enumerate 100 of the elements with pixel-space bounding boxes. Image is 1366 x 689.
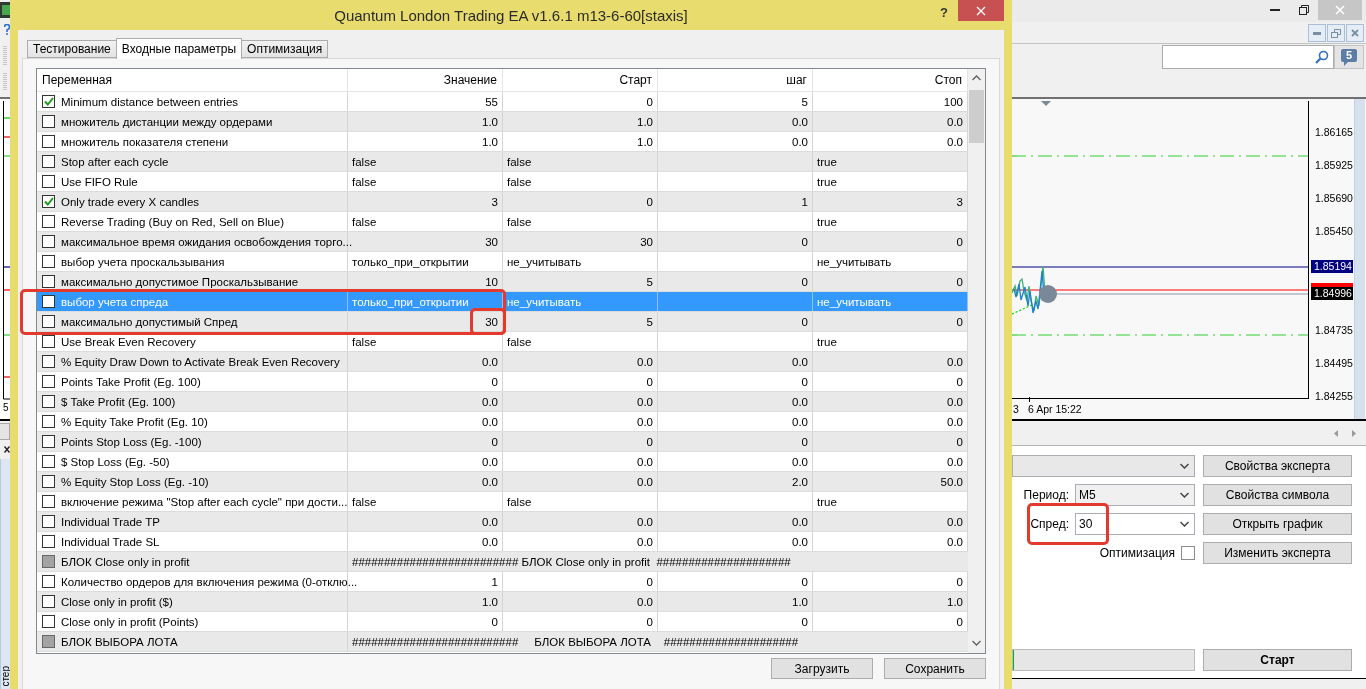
- parameter-row[interactable]: $ Stop Loss (Eg. -50) 0.0 0.0 0.0 0.0: [37, 452, 968, 472]
- parameter-row[interactable]: Individual Trade SL 0.0 0.0 0.0 0.0: [37, 532, 968, 552]
- scrollbar[interactable]: [1354, 99, 1365, 419]
- table-cell: 1.0: [348, 592, 503, 611]
- checkbox[interactable]: [42, 135, 55, 148]
- checkbox[interactable]: [42, 295, 55, 308]
- scrollbar[interactable]: [968, 69, 985, 653]
- table-cell: false: [348, 492, 503, 511]
- table-cell: 0.0: [503, 472, 658, 491]
- table-cell: false: [503, 332, 658, 351]
- table-cell: 1.0: [503, 132, 658, 151]
- spread-combobox[interactable]: 30: [1075, 513, 1195, 535]
- parameter-row[interactable]: Close only in profit ($) 1.0 0.0 1.0 1.0: [37, 592, 968, 612]
- checkbox[interactable]: [42, 395, 55, 408]
- parameter-row[interactable]: Количество ордеров для включения режима (0-отклю... 1 0 0 0: [37, 572, 968, 592]
- checkbox[interactable]: [42, 335, 55, 348]
- parameter-row[interactable]: Minimum distance between entries 55 0 5 100: [37, 92, 968, 112]
- tab[interactable]: Оптимизация: [241, 40, 329, 58]
- close-button[interactable]: [1346, 24, 1364, 42]
- tab[interactable]: Входные параметры: [115, 38, 243, 59]
- parameter-row[interactable]: включение режима "Stop after each cycle" при дости... false false true: [37, 492, 968, 512]
- checkbox[interactable]: [42, 575, 55, 588]
- checkbox[interactable]: [42, 95, 55, 108]
- scrollbar-thumb[interactable]: [969, 90, 984, 143]
- table-cell: 0.0: [658, 392, 813, 411]
- checkbox[interactable]: [42, 415, 55, 428]
- parameter-name: Only trade every X candles: [61, 195, 200, 208]
- table-cell: 0.0: [658, 352, 813, 371]
- checkbox[interactable]: [42, 315, 55, 328]
- checkbox[interactable]: [42, 175, 55, 188]
- parameter-name: Minimum distance between entries: [61, 95, 239, 108]
- checkbox[interactable]: [42, 375, 55, 388]
- checkbox[interactable]: [42, 615, 55, 628]
- checkbox[interactable]: [42, 235, 55, 248]
- table-cell: 0.0: [348, 412, 503, 431]
- side-button[interactable]: Открыть график: [1203, 513, 1352, 535]
- chevron-up-icon[interactable]: [972, 75, 981, 81]
- parameter-row[interactable]: выбор учета проскальзывания только_при_открытии не_учитывать не_учитывать: [37, 252, 968, 272]
- parameter-row[interactable]: % Equity Draw Down to Activate Break Even Recovery 0.0 0.0 0.0 0.0: [37, 352, 968, 372]
- checkbox[interactable]: [42, 495, 55, 508]
- table-cell: 0.0: [348, 532, 503, 551]
- table-cell: 30: [503, 232, 658, 251]
- checkbox[interactable]: [42, 355, 55, 368]
- parameter-row[interactable]: Stop after each cycle false false true: [37, 152, 968, 172]
- table-cell: 0: [348, 612, 503, 631]
- checkbox[interactable]: [42, 475, 55, 488]
- restore-icon: [1298, 5, 1309, 15]
- period-dropdown[interactable]: M5: [1075, 484, 1195, 506]
- parameter-row[interactable]: множитель дистанции между ордерами 1.0 1.0 0.0 0.0: [37, 112, 968, 132]
- table-cell: false: [348, 152, 503, 171]
- table-cell: 30: [348, 312, 503, 331]
- help-button[interactable]: ?: [940, 5, 948, 20]
- parameter-row[interactable]: множитель показателя степени 1.0 1.0 0.0 0.0: [37, 132, 968, 152]
- tab[interactable]: Тестирование: [27, 40, 117, 58]
- table-cell: 0.0: [348, 512, 503, 531]
- checkbox[interactable]: [42, 535, 55, 548]
- parameter-row[interactable]: Reverse Trading (Buy on Red, Sell on Blue) false false true: [37, 212, 968, 232]
- checkbox[interactable]: [42, 255, 55, 268]
- checkbox[interactable]: [42, 115, 55, 128]
- parameter-row[interactable]: максимально допустимый Спред 30 5 0 0: [37, 312, 968, 332]
- time-axis-label: 6 Apr 15:22: [1028, 403, 1082, 415]
- checkbox[interactable]: [42, 215, 55, 228]
- parameter-row[interactable]: максимально допустимое Проскальзывание 10 5 0 0: [37, 272, 968, 292]
- parameter-row[interactable]: % Equity Stop Loss (Eg. -10) 0.0 0.0 2.0 50.0: [37, 472, 968, 492]
- dialog-button[interactable]: Сохранить: [884, 658, 986, 679]
- table-cell: 0: [503, 432, 658, 451]
- messages-button[interactable]: 5: [1334, 45, 1364, 69]
- parameter-row[interactable]: Use FIFO Rule false false true: [37, 172, 968, 192]
- close-icon[interactable]: [4, 446, 10, 453]
- parameter-row[interactable]: Points Take Profit (Eg. 100) 0 0 0 0: [37, 372, 968, 392]
- parameter-row[interactable]: Individual Trade TP 0.0 0.0 0.0 0.0: [37, 512, 968, 532]
- checkbox[interactable]: [42, 515, 55, 528]
- dialog-button[interactable]: Загрузить: [771, 658, 873, 679]
- parameter-row[interactable]: Points Stop Loss (Eg. -100) 0 0 0 0: [37, 432, 968, 452]
- side-button[interactable]: Свойства символа: [1203, 484, 1352, 506]
- parameter-row[interactable]: Close only in profit (Points) 0 0 0 0: [37, 612, 968, 632]
- chevron-down-icon[interactable]: [972, 640, 981, 646]
- checkbox[interactable]: [42, 275, 55, 288]
- table-cell: 0.0: [348, 392, 503, 411]
- parameter-name: максимально допустимое Проскальзывание: [61, 275, 299, 288]
- start-button[interactable]: Старт: [1203, 649, 1352, 671]
- checkbox[interactable]: [1181, 546, 1195, 560]
- table-cell: только_при_открытии: [348, 252, 503, 271]
- checkbox[interactable]: [42, 595, 55, 608]
- table-cell: 5: [503, 312, 658, 331]
- parameter-row[interactable]: $ Take Profit (Eg. 100) 0.0 0.0 0.0 0.0: [37, 392, 968, 412]
- parameter-row[interactable]: % Equity Take Profit (Eg. 10) 0.0 0.0 0.0 0.0: [37, 412, 968, 432]
- parameter-row[interactable]: Use Break Even Recovery false false true: [37, 332, 968, 352]
- checkbox[interactable]: [42, 435, 55, 448]
- app-icon[interactable]: [0, 2, 10, 18]
- checkbox[interactable]: [42, 155, 55, 168]
- search-field[interactable]: [1162, 45, 1334, 69]
- question-mark-icon[interactable]: [4, 24, 10, 35]
- side-button[interactable]: Свойства эксперта: [1203, 455, 1352, 477]
- parameter-row[interactable]: максимальное время ожидания освобождения торго... 30 30 0 0: [37, 232, 968, 252]
- side-button[interactable]: Изменить эксперта: [1203, 542, 1352, 564]
- parameter-row[interactable]: Only trade every X candles 3 0 1 3: [37, 192, 968, 212]
- checkbox[interactable]: [42, 195, 55, 208]
- checkbox[interactable]: [42, 455, 55, 468]
- triangle-marker-icon: [1041, 101, 1051, 106]
